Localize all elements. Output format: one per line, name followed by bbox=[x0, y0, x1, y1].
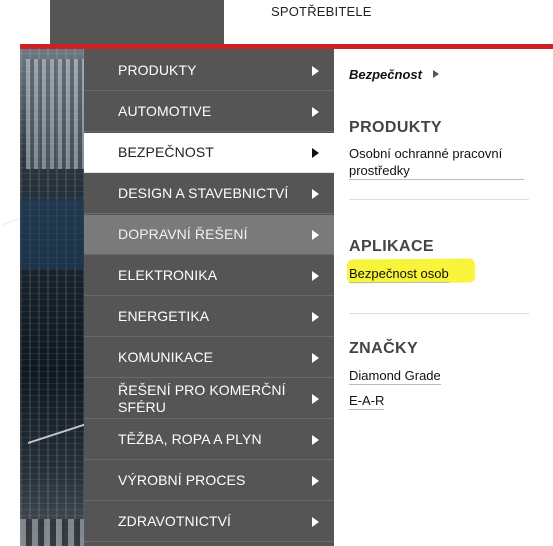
menu-item-zdravotnictvi[interactable]: ZDRAVOTNICTVÍ bbox=[84, 502, 334, 542]
menu-item-label: ELEKTRONIKA bbox=[118, 267, 218, 283]
menu-item-label: AUTOMOTIVE bbox=[118, 103, 212, 119]
industry-menu: PRODUKTY AUTOMOTIVE BEZPEČNOST DESIGN A … bbox=[84, 49, 334, 546]
menu-item-label: TĚŽBA, ROPA A PLYN bbox=[118, 431, 262, 447]
triangle-right-icon bbox=[312, 516, 319, 527]
triangle-right-icon bbox=[312, 434, 319, 445]
triangle-right-icon bbox=[312, 65, 319, 76]
triangle-right-icon bbox=[433, 70, 439, 78]
menu-item-label: ŘEŠENÍ PRO KOMERČNÍ SFÉRU bbox=[118, 381, 286, 415]
triangle-right-icon bbox=[312, 188, 319, 199]
menu-item-label: ENERGETIKA bbox=[118, 308, 210, 324]
triangle-right-icon bbox=[312, 475, 319, 486]
link-e-a-r[interactable]: E-A-R bbox=[349, 392, 385, 410]
menu-item-automotive[interactable]: AUTOMOTIVE bbox=[84, 92, 334, 132]
menu-item-bezpecnost[interactable]: BEZPEČNOST bbox=[84, 133, 334, 173]
menu-item-produkty[interactable]: PRODUKTY bbox=[84, 51, 334, 91]
menu-item-label: VÝROBNÍ PROCES bbox=[118, 472, 246, 488]
triangle-right-icon bbox=[312, 393, 319, 404]
menu-item-tezba-ropa-a-plyn[interactable]: TĚŽBA, ROPA A PLYN bbox=[84, 420, 334, 460]
link-diamond-grade[interactable]: Diamond Grade bbox=[349, 367, 441, 385]
menu-item-reseni-pro-komercni-sferu[interactable]: ŘEŠENÍ PRO KOMERČNÍ SFÉRU bbox=[84, 379, 334, 419]
section-title-aplikace: APLIKACE bbox=[349, 238, 434, 255]
top-nav-dark-tab bbox=[50, 0, 224, 46]
top-nav-consumers-link[interactable]: SPOTŘEBITELE bbox=[271, 4, 372, 19]
section-title-produkty: PRODUKTY bbox=[349, 119, 442, 136]
menu-item-label: DOPRAVNÍ ŘEŠENÍ bbox=[118, 226, 248, 242]
menu-item-label: BEZPEČNOST bbox=[118, 144, 214, 160]
triangle-right-icon bbox=[312, 352, 319, 363]
section-title-znacky: ZNAČKY bbox=[349, 340, 419, 357]
hero-machinery bbox=[26, 59, 86, 169]
triangle-right-icon bbox=[312, 270, 319, 281]
menu-item-label: DESIGN A STAVEBNICTVÍ bbox=[118, 185, 289, 201]
menu-item-energetika[interactable]: ENERGETIKA bbox=[84, 297, 334, 337]
breadcrumb[interactable]: Bezpečnost bbox=[349, 67, 422, 82]
triangle-right-icon bbox=[312, 106, 319, 117]
menu-item-label: KOMUNIKACE bbox=[118, 349, 214, 365]
menu-item-elektronika[interactable]: ELEKTRONIKA bbox=[84, 256, 334, 296]
triangle-right-icon bbox=[312, 229, 319, 240]
section-divider bbox=[349, 199, 529, 200]
triangle-right-icon bbox=[312, 311, 319, 322]
menu-item-design-a-stavebnictvi[interactable]: DESIGN A STAVEBNICTVÍ bbox=[84, 174, 334, 214]
menu-item-komunikace[interactable]: KOMUNIKACE bbox=[84, 338, 334, 378]
section-divider bbox=[349, 313, 529, 314]
menu-item-label: ZDRAVOTNICTVÍ bbox=[118, 513, 232, 529]
flyout-panel: Bezpečnost PRODUKTY Osobní ochranné prac… bbox=[334, 49, 553, 546]
triangle-right-icon bbox=[312, 147, 319, 158]
menu-item-label: PRODUKTY bbox=[118, 62, 197, 78]
menu-item-vyrobni-proces[interactable]: VÝROBNÍ PROCES bbox=[84, 461, 334, 501]
link-osobni-ochranne-prostredky[interactable]: Osobní ochranné pracovní prostředky bbox=[349, 145, 524, 180]
menu-item-dopravni-reseni[interactable]: DOPRAVNÍ ŘEŠENÍ bbox=[84, 215, 334, 255]
link-bezpecnost-osob[interactable]: Bezpečnost osob bbox=[349, 265, 449, 283]
